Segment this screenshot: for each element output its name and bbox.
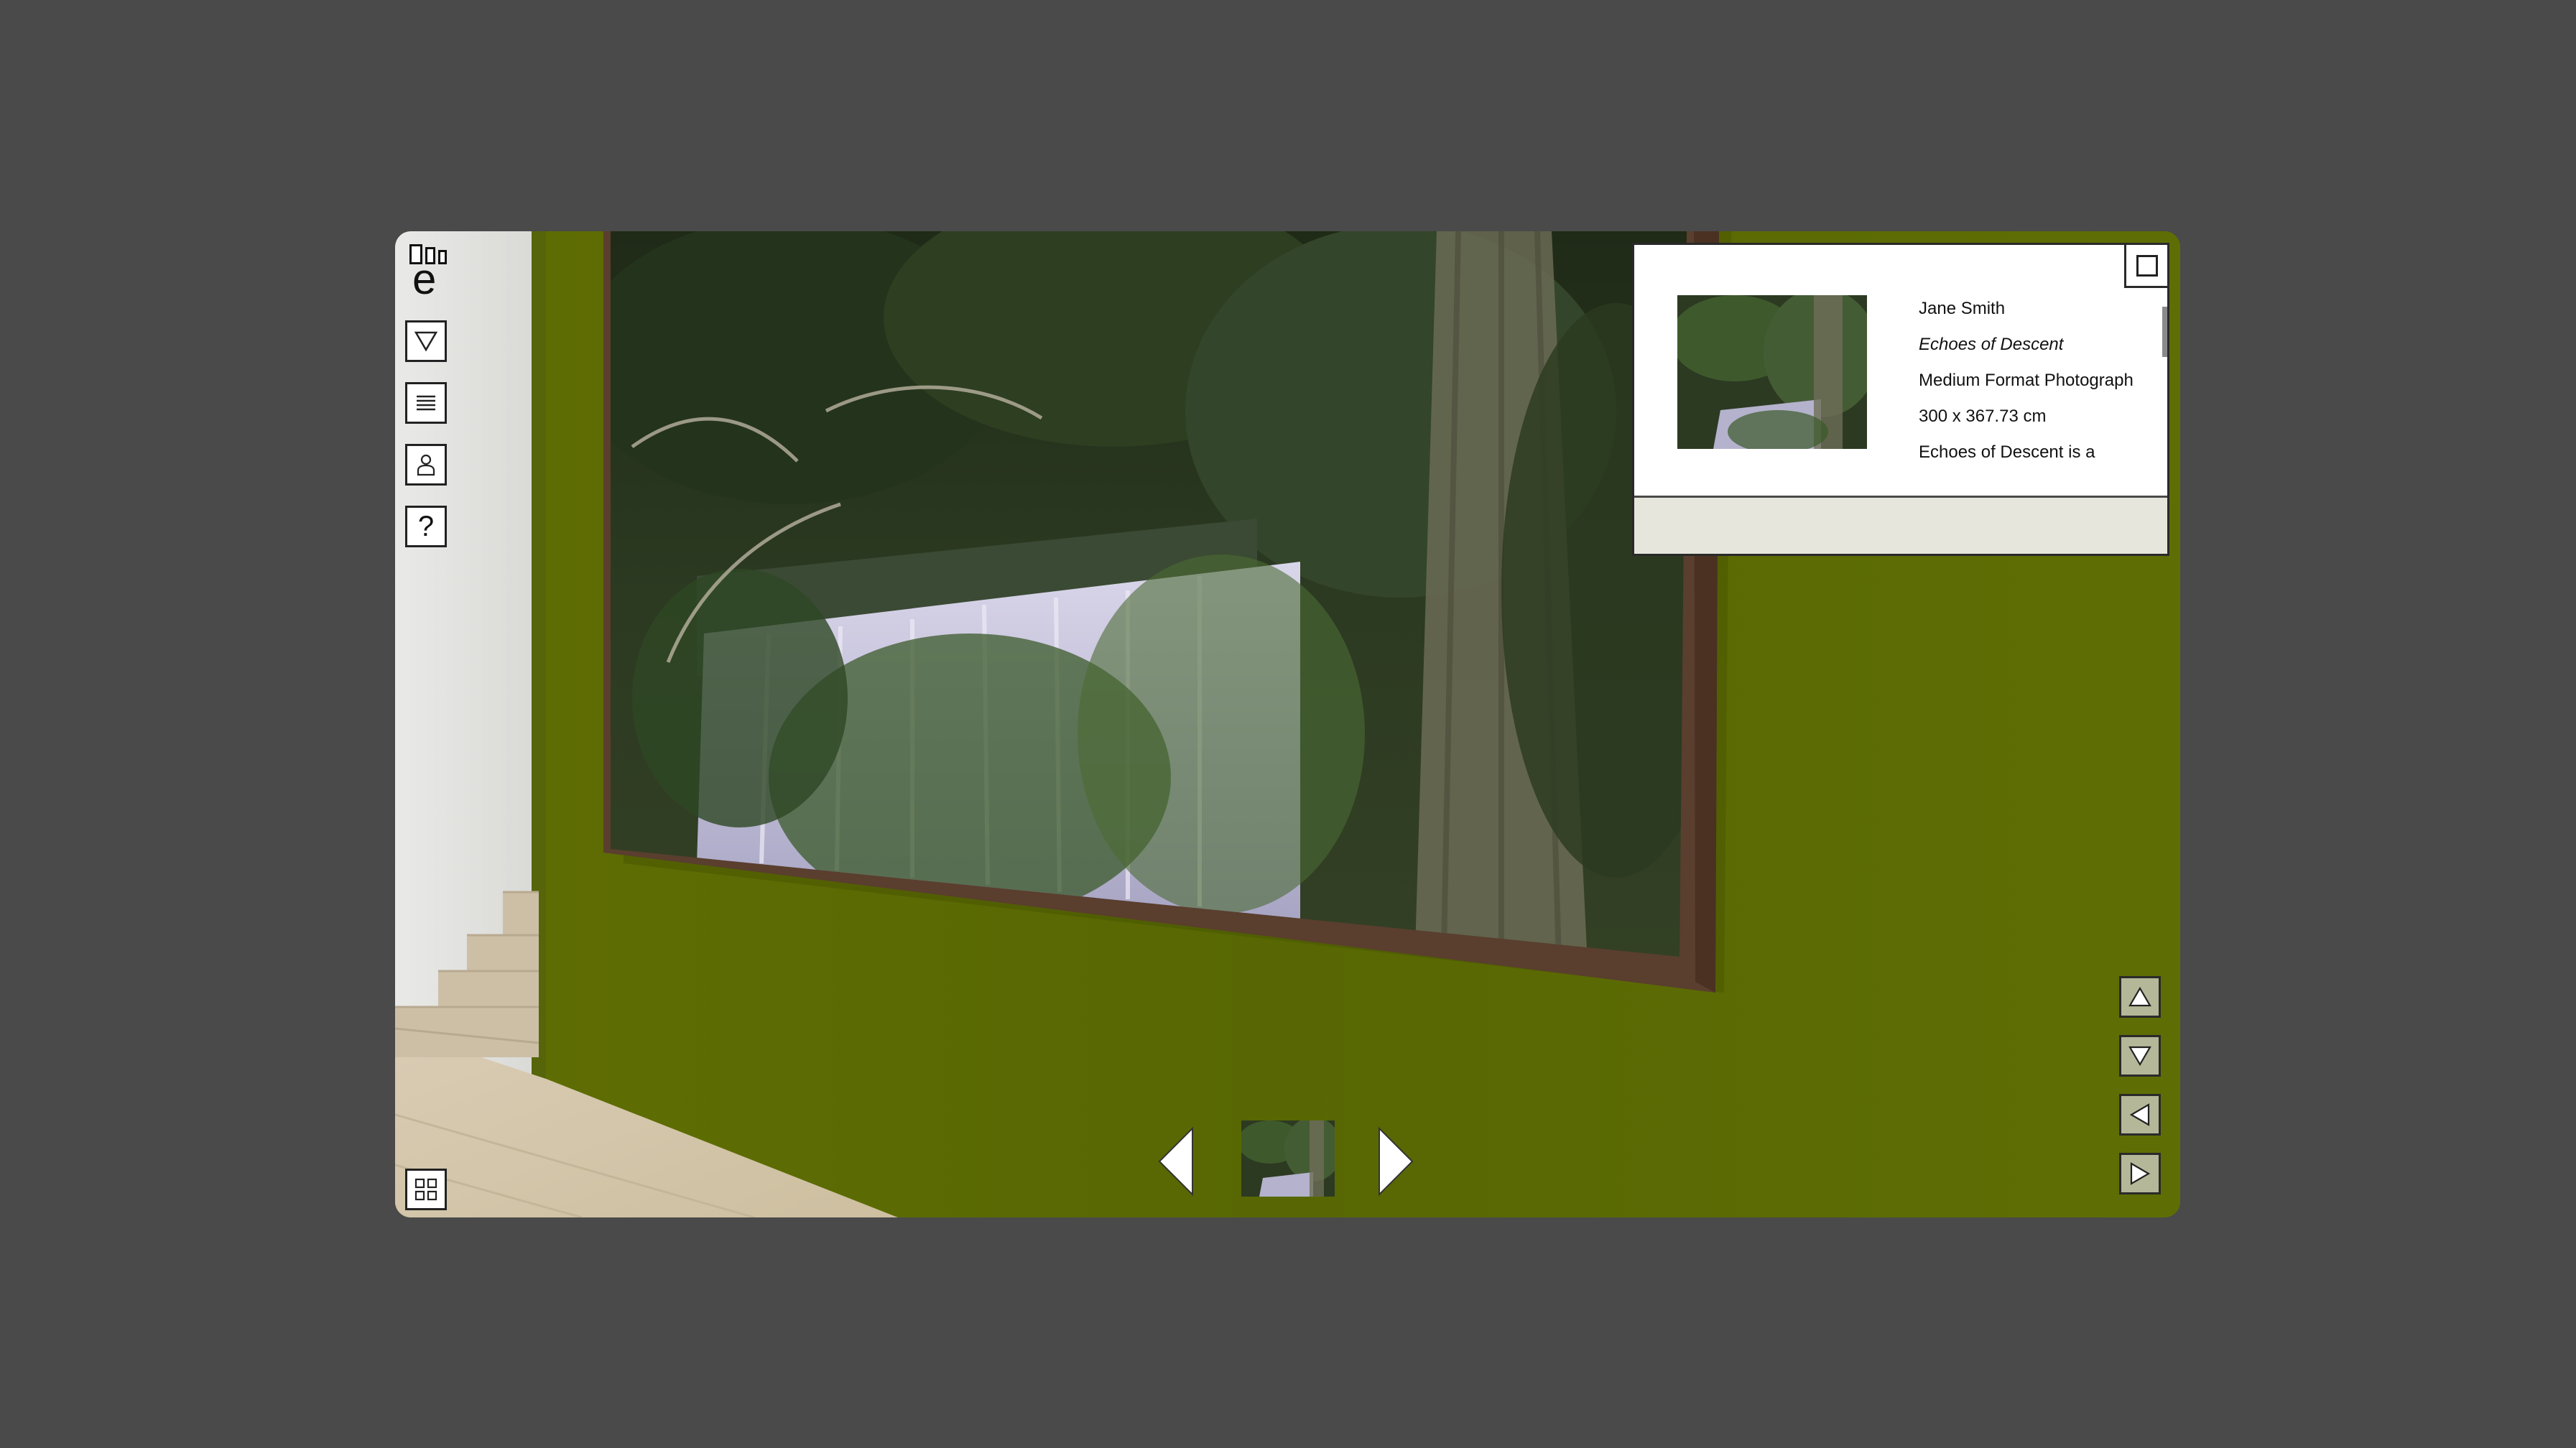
menu-button[interactable] (405, 382, 447, 424)
artwork-title: Echoes of Descent (1919, 335, 2064, 354)
grid-view-button[interactable] (405, 1169, 447, 1210)
expand-panel-button[interactable] (2124, 245, 2167, 288)
person-icon (417, 454, 435, 476)
artwork-details: Jane Smith Echoes of Descent Medium Form… (1919, 295, 2134, 475)
arrow-right-icon (1379, 1126, 1414, 1197)
grid-icon (414, 1178, 437, 1201)
app-logo[interactable]: e (405, 243, 450, 303)
triangle-down-icon (414, 331, 438, 352)
artwork-info-content[interactable]: Jane Smith Echoes of Descent Medium Form… (1634, 245, 2167, 500)
artwork-medium: Medium Format Photograph (1919, 371, 2133, 390)
collapse-button[interactable] (405, 320, 447, 362)
left-toolbar: e ? (405, 243, 450, 547)
help-button[interactable]: ? (405, 506, 447, 547)
profile-button[interactable] (405, 444, 447, 486)
arrow-left-icon (2129, 1103, 2150, 1126)
next-artwork-button[interactable] (1373, 1126, 1417, 1197)
move-up-button[interactable] (2119, 976, 2161, 1018)
artwork-thumbnail (1677, 295, 1867, 449)
arrow-left-icon (1158, 1126, 1193, 1197)
info-scrollbar[interactable] (2162, 307, 2167, 357)
move-left-button[interactable] (2119, 1094, 2161, 1136)
previous-artwork-button[interactable] (1155, 1126, 1198, 1197)
arrow-down-icon (2128, 1046, 2151, 1067)
artwork-dimensions: 300 x 367.73 cm (1919, 407, 2047, 426)
move-down-button[interactable] (2119, 1035, 2161, 1077)
info-panel-footer (1634, 496, 2167, 554)
arrow-right-icon (2130, 1162, 2151, 1185)
square-icon (2136, 254, 2158, 277)
arrow-up-icon (2128, 986, 2151, 1007)
gallery-viewer[interactable]: e ? Jane Smith Echoes of Descent Medium … (395, 231, 2180, 1217)
logo-letter: e (412, 255, 437, 303)
artwork-description: Echoes of Descent is a (1919, 442, 2095, 462)
question-icon: ? (417, 511, 435, 542)
hamburger-icon (417, 395, 435, 411)
artwork-info-panel: Jane Smith Echoes of Descent Medium Form… (1632, 243, 2169, 556)
current-artwork-thumbnail[interactable] (1241, 1120, 1335, 1197)
artist-name: Jane Smith (1919, 299, 2006, 318)
move-right-button[interactable] (2119, 1153, 2161, 1194)
